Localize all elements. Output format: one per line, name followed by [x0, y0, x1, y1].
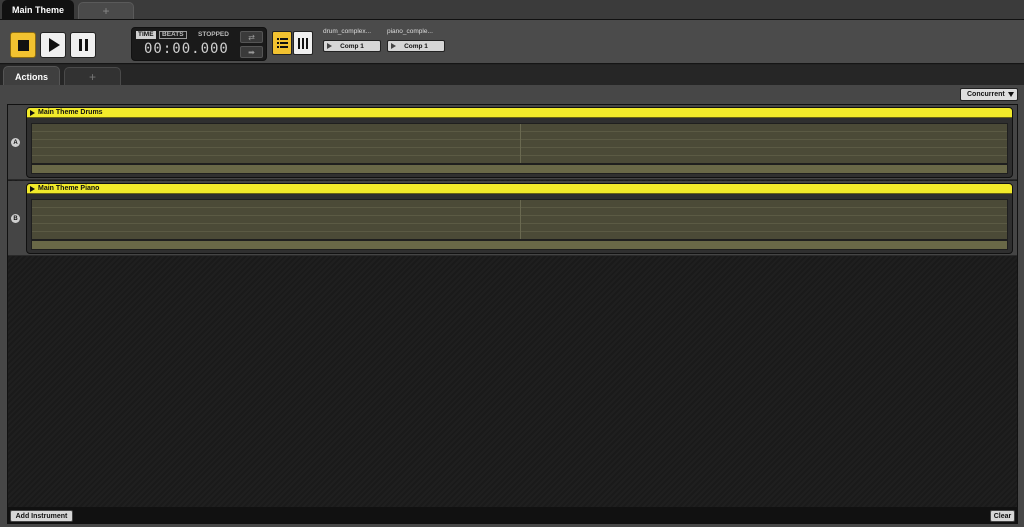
instrument-lanes: A Main Theme Drums B Main Theme Piano	[7, 104, 1018, 508]
lane-a: A Main Theme Drums	[8, 105, 1017, 180]
transport-clock: TIME BEATS STOPPED 00:00.000 ⇄ ➡	[131, 27, 267, 61]
clock-display: 00:00.000	[144, 41, 229, 57]
clip-note-grid[interactable]	[31, 199, 1008, 240]
clip-main-theme-drums[interactable]: Main Theme Drums	[26, 107, 1013, 178]
add-document-tab-button[interactable]: +	[78, 2, 134, 19]
document-tab-bar: Main Theme +	[0, 0, 1024, 19]
clip-footer-strip	[31, 164, 1008, 174]
tab-actions[interactable]: Actions	[3, 66, 60, 86]
clip-title: Main Theme Piano	[38, 185, 100, 192]
mode-select-value: Concurrent	[967, 91, 1005, 98]
section-tab-bar: Actions +	[0, 65, 1024, 86]
list-view-button[interactable]	[272, 31, 292, 55]
pause-icon	[78, 39, 88, 51]
add-instrument-button[interactable]: Add Instrument	[10, 510, 73, 522]
chevron-down-icon	[1008, 92, 1014, 97]
clip-title: Main Theme Drums	[38, 109, 103, 116]
composition-name: piano_comple...	[387, 28, 433, 35]
composition-button-label: Comp 1	[340, 42, 364, 50]
clip-header[interactable]: Main Theme Drums	[27, 108, 1012, 118]
play-icon[interactable]	[30, 186, 35, 192]
lane-letter: B	[11, 214, 20, 223]
play-button[interactable]	[40, 32, 66, 58]
forward-toggle-button[interactable]: ➡	[240, 46, 263, 58]
composition-slot-piano: piano_comple... Comp 1	[387, 27, 447, 52]
tab-main-theme[interactable]: Main Theme	[2, 0, 74, 19]
transport-status: STOPPED	[198, 31, 229, 38]
clip-header[interactable]: Main Theme Piano	[27, 184, 1012, 194]
composition-play-button[interactable]: Comp 1	[323, 40, 381, 52]
play-icon	[327, 43, 332, 49]
lane-letter: A	[11, 138, 20, 147]
stop-icon	[17, 39, 29, 51]
loop-icon: ⇄	[248, 32, 255, 42]
clip-footer-strip	[31, 240, 1008, 250]
play-icon	[391, 43, 396, 49]
arrow-right-icon: ➡	[248, 47, 255, 57]
composition-play-button[interactable]: Comp 1	[387, 40, 445, 52]
clip-main-theme-piano[interactable]: Main Theme Piano	[26, 183, 1013, 254]
lanes-footer: Add Instrument Clear	[7, 508, 1018, 524]
loop-toggle-button[interactable]: ⇄	[240, 31, 263, 43]
lane-b: B Main Theme Piano	[8, 181, 1017, 256]
composition-button-label: Comp 1	[404, 42, 428, 50]
add-section-tab-button[interactable]: +	[64, 67, 121, 85]
bar-divider	[520, 200, 521, 239]
clear-button[interactable]: Clear	[990, 510, 1015, 522]
list-icon	[276, 38, 288, 48]
bar-divider	[520, 124, 521, 163]
grid-view-button[interactable]	[293, 31, 313, 55]
actions-panel: Concurrent A Main Theme Drums B Main The…	[0, 85, 1024, 527]
beats-mode-toggle[interactable]: BEATS	[159, 31, 187, 39]
columns-icon	[298, 37, 308, 49]
stop-button[interactable]	[10, 32, 36, 58]
pause-button[interactable]	[70, 32, 96, 58]
mode-select[interactable]: Concurrent	[960, 88, 1018, 101]
play-icon[interactable]	[30, 110, 35, 116]
play-icon	[49, 38, 60, 52]
composition-slot-drums: drum_complex... Comp 1	[323, 27, 383, 52]
transport-toolbar: TIME BEATS STOPPED 00:00.000 ⇄ ➡ drum_co…	[0, 19, 1024, 64]
composition-name: drum_complex...	[323, 28, 372, 35]
time-mode-toggle[interactable]: TIME	[136, 31, 156, 39]
clip-note-grid[interactable]	[31, 123, 1008, 164]
